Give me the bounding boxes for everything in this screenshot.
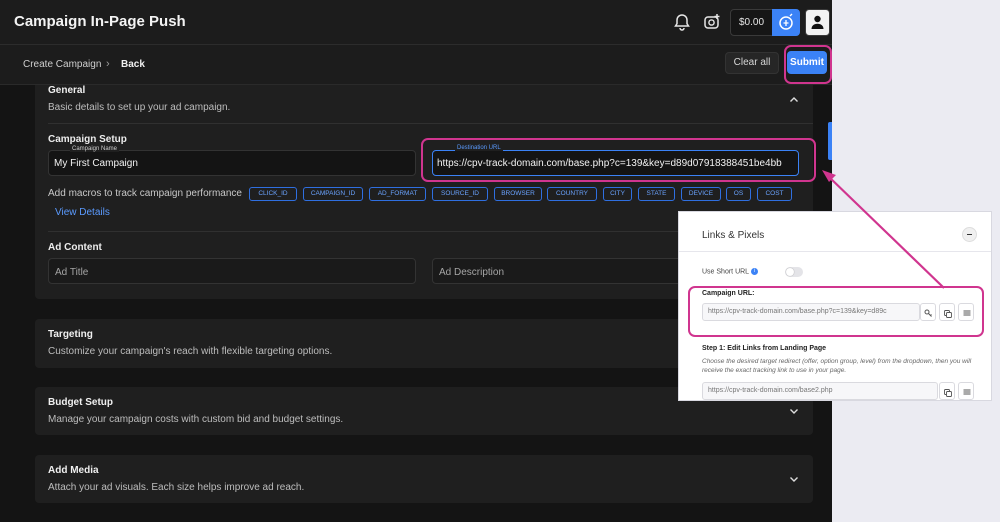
links-pixels-header: Links & Pixels [679,212,991,252]
macro-campaign-id[interactable]: CAMPAIGN_ID [303,187,363,201]
add-funds-button[interactable] [772,9,800,36]
media-section[interactable]: Add Media Attach your ad visuals. Each s… [35,455,813,503]
macro-device[interactable]: DEVICE [681,187,721,201]
step1-title: Step 1: Edit Links from Landing Page [702,345,827,352]
macro-os[interactable]: OS [726,187,751,201]
macro-click-id[interactable]: CLICK_ID [249,187,297,201]
chevron-up-icon[interactable] [789,95,799,105]
chevron-down-icon[interactable] [789,406,799,416]
step1-url-input[interactable]: https://cpv-track-domain.com/base2.php [702,382,938,400]
top-bar: Campaign In-Page Push $0.00 [0,0,832,45]
balance-widget[interactable]: $0.00 [730,9,800,36]
submit-highlight [784,45,832,84]
view-details-link[interactable]: View Details [55,207,110,218]
collapse-icon[interactable] [962,227,977,242]
destination-url-highlight [421,138,816,182]
ad-description-placeholder: Ad Description [439,267,505,278]
info-icon[interactable]: i [751,268,759,275]
qr-button[interactable] [958,382,974,400]
ad-title-placeholder: Ad Title [55,267,89,278]
budget-description: Manage your campaign costs with custom b… [48,414,344,425]
breadcrumb-separator: › [106,58,110,70]
camera-plus-icon[interactable] [701,11,723,33]
step1-description: Choose the desired target redirect (offe… [702,358,972,374]
macro-browser[interactable]: BROWSER [494,187,542,201]
side-tab[interactable] [828,122,832,160]
use-short-url-text: Use Short URL [702,268,750,276]
copy-button[interactable] [939,382,955,400]
ad-title-input[interactable]: Ad Title [48,258,416,284]
macro-city[interactable]: CITY [603,187,632,201]
breadcrumb-create-campaign[interactable]: Create Campaign [23,59,101,70]
step1-url-value: https://cpv-track-domain.com/base2.php [708,387,833,394]
use-short-url-label: Use Short URL i [702,268,759,276]
general-title[interactable]: General [48,85,85,96]
coin-icon [779,13,793,30]
clear-all-button[interactable]: Clear all [725,52,779,74]
targeting-description: Customize your campaign's reach with fle… [48,346,333,357]
campaign-name-field[interactable]: Campaign Name My First Campaign [48,146,416,176]
macro-ad-format[interactable]: AD_FORMAT [369,187,426,201]
links-pixels-title: Links & Pixels [702,230,765,241]
chevron-down-icon[interactable] [789,474,799,484]
campaign-url-highlight [688,286,984,337]
bell-icon[interactable] [671,11,693,33]
campaign-name-label: Campaign Name [70,146,120,152]
balance-amount: $0.00 [739,17,765,28]
short-url-toggle[interactable] [785,267,803,277]
section-divider [48,123,813,124]
ad-content-title: Ad Content [48,242,102,253]
macro-cost[interactable]: COST [757,187,792,201]
macro-state[interactable]: STATE [638,187,675,201]
media-title: Add Media [48,465,99,476]
campaign-setup-title: Campaign Setup [48,134,127,145]
user-menu-button[interactable] [805,9,830,36]
qr-icon [963,389,971,395]
targeting-title: Targeting [48,329,93,340]
media-description: Attach your ad visuals. Each size helps … [48,482,305,493]
campaign-name-value: My First Campaign [54,158,138,169]
breadcrumb: Create Campaign › Back Clear all Submit [0,45,832,85]
budget-title: Budget Setup [48,397,113,408]
copy-icon [944,389,952,397]
user-icon [811,15,824,29]
macros-label: Add macros to track campaign performance [48,188,242,199]
general-description: Basic details to set up your ad campaign… [48,102,231,113]
macro-country[interactable]: COUNTRY [547,187,597,201]
macro-source-id[interactable]: SOURCE_ID [432,187,488,201]
breadcrumb-back[interactable]: Back [121,59,145,70]
app-title: Campaign In-Page Push [14,13,186,30]
